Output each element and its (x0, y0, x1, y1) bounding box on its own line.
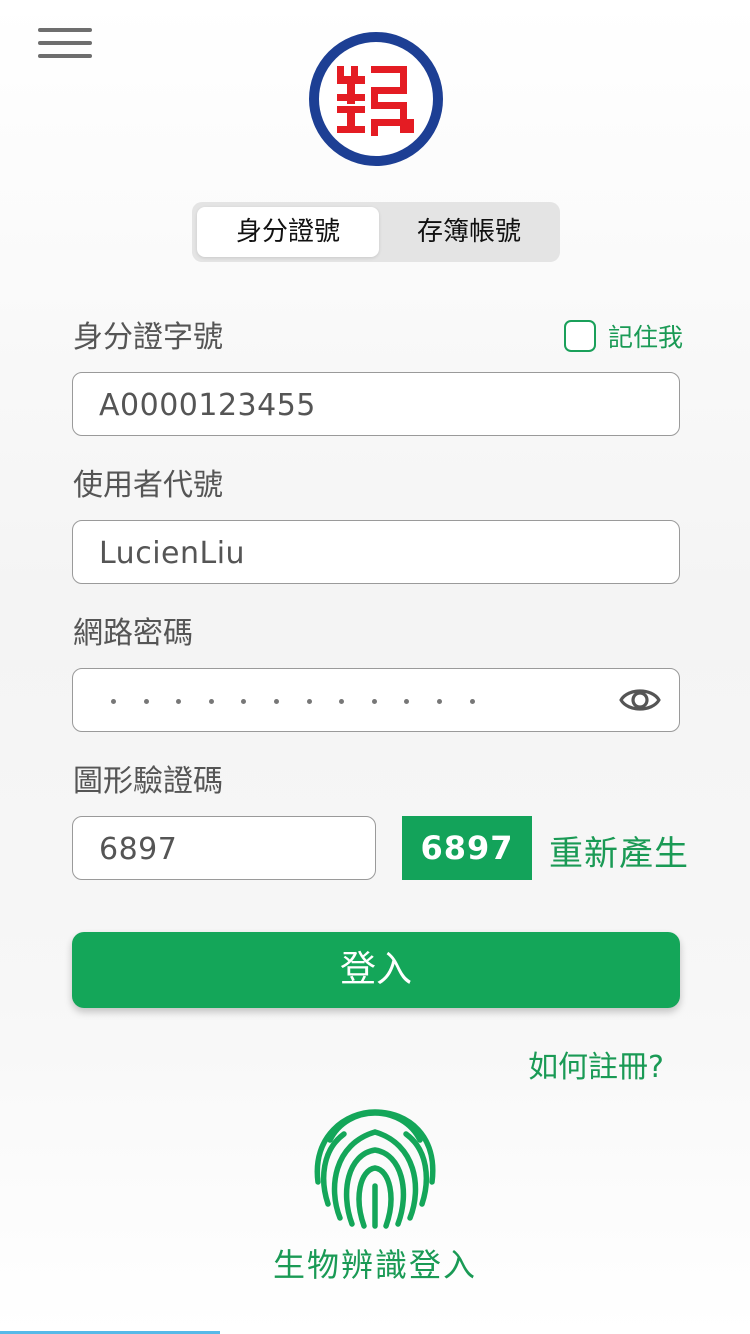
password-label: 網路密碼 (73, 616, 193, 651)
remember-checkbox[interactable] (564, 320, 596, 352)
captcha-label: 圖形驗證碼 (73, 764, 223, 799)
tab-account-number[interactable]: 存簿帳號 (378, 207, 560, 257)
captcha-field[interactable] (72, 816, 376, 880)
remember-label: 記住我 (608, 323, 684, 352)
menu-icon[interactable] (38, 28, 92, 62)
password-mask (111, 699, 502, 704)
user-code-label: 使用者代號 (73, 468, 223, 503)
fingerprint-icon[interactable] (308, 1100, 442, 1230)
user-code-field[interactable] (72, 520, 680, 584)
user-code-input[interactable] (99, 531, 579, 575)
password-field[interactable] (72, 668, 680, 732)
id-number-field[interactable] (72, 372, 680, 436)
eye-icon[interactable] (619, 683, 661, 717)
captcha-image[interactable]: 6897 (402, 816, 532, 880)
regenerate-captcha-link[interactable]: 重新產生 (549, 826, 689, 875)
biometric-login-link[interactable]: 生物辨識登入 (0, 1240, 750, 1286)
how-to-register-link[interactable]: 如何註冊? (528, 1042, 664, 1086)
login-type-switch: 身分證號 存簿帳號 (192, 202, 560, 262)
remember-me[interactable]: 記住我 (564, 318, 683, 354)
tab-id-number[interactable]: 身分證號 (197, 207, 379, 257)
captcha-input[interactable] (99, 827, 349, 871)
post-logo (309, 32, 443, 166)
id-number-input[interactable] (99, 383, 579, 427)
login-button[interactable]: 登入 (72, 932, 680, 1008)
id-number-label: 身分證字號 (73, 320, 223, 355)
